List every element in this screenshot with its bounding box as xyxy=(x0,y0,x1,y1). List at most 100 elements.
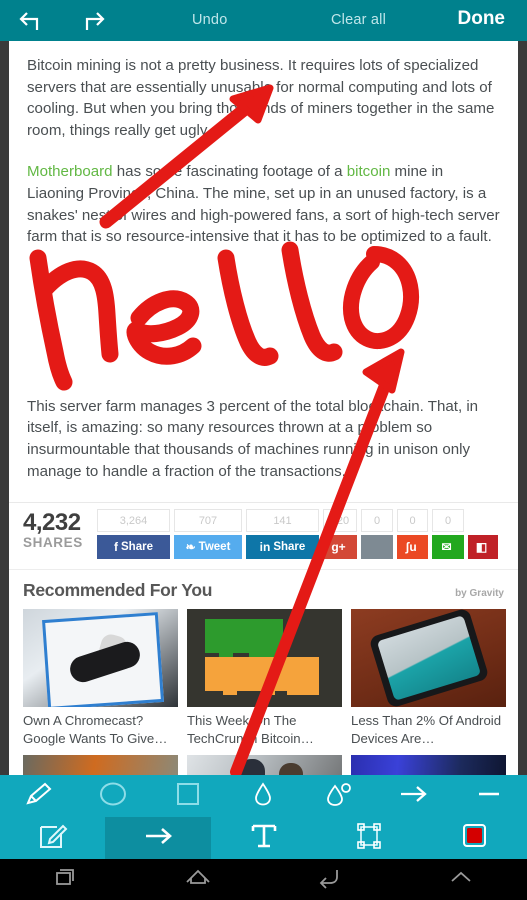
motherboard-link[interactable]: Motherboard xyxy=(27,163,113,180)
line-tool[interactable] xyxy=(452,775,527,817)
social-share-bar: 4,232 SHARES 3,264 707 141 120 0 0 0 f Share ❧ Tw… xyxy=(9,502,518,570)
two-men-photo xyxy=(187,755,342,775)
square-tool[interactable] xyxy=(151,775,226,817)
droplet-tool[interactable] xyxy=(226,775,301,817)
share-label: Tweet xyxy=(198,541,231,554)
arrow-tool[interactable] xyxy=(376,775,451,817)
draw-mode-button[interactable] xyxy=(0,817,105,859)
pencil-tool[interactable] xyxy=(0,775,75,817)
share-count: 120 xyxy=(323,509,357,533)
recents-button[interactable] xyxy=(0,859,132,900)
card-title[interactable]: This Week On The TechCrunch Bitcoin… xyxy=(187,712,342,747)
back-button[interactable] xyxy=(264,859,396,900)
flipboard-share-button[interactable]: ◧ xyxy=(468,535,498,560)
article-blank-space xyxy=(27,268,500,396)
twitter-tweet-button[interactable]: ❧ Tweet xyxy=(174,535,242,560)
text-t-icon xyxy=(248,821,280,856)
article-paragraph-1: Bitcoin mining is not a pretty business.… xyxy=(27,57,495,139)
arrow-right-icon xyxy=(397,781,431,812)
shape-toolbar xyxy=(0,775,527,817)
share-glyph: ʃu xyxy=(405,540,417,555)
home-button[interactable] xyxy=(132,859,264,900)
techcrunch-bitcoin-logo xyxy=(187,609,342,708)
facebook-share-button[interactable]: f Share xyxy=(97,535,170,560)
recommended-card[interactable] xyxy=(23,755,178,775)
edit-canvas[interactable]: Bitcoin mining is not a pretty business.… xyxy=(0,41,527,775)
double-droplet-icon xyxy=(322,781,356,812)
share-glyph: in xyxy=(259,540,271,555)
crop-mode-button[interactable] xyxy=(316,817,421,859)
recommended-card[interactable] xyxy=(351,755,506,775)
share-glyph: g+ xyxy=(331,540,346,555)
linkedin-share-button[interactable]: in Share xyxy=(246,535,319,560)
card-title[interactable]: Own A Chromecast? Google Wants To Give… xyxy=(23,712,178,747)
android-navigation-bar xyxy=(0,859,527,900)
recommended-attribution: by Gravity xyxy=(455,588,504,600)
recommended-grid-row2 xyxy=(23,755,506,775)
article-body: Bitcoin mining is not a pretty business.… xyxy=(9,41,518,482)
share-total-number: 4,232 xyxy=(23,509,81,537)
redo-button[interactable] xyxy=(62,9,124,33)
share-label: Share xyxy=(273,541,306,554)
text-mode-button[interactable] xyxy=(211,817,316,859)
droplet-icon xyxy=(248,781,278,812)
share-count: 141 xyxy=(246,509,319,533)
pocket-share-button[interactable] xyxy=(361,535,393,560)
share-total-label: SHARES xyxy=(23,535,83,551)
mode-toolbar xyxy=(0,817,527,859)
share-total: 4,232 SHARES xyxy=(23,509,97,551)
square-icon xyxy=(173,781,203,812)
share-count: 0 xyxy=(361,509,393,533)
article-paragraph-2: Motherboard has some fascinating footage… xyxy=(27,161,500,247)
pencil-square-icon xyxy=(37,821,69,856)
card-title[interactable]: Less Than 2% Of Android Devices Are… xyxy=(351,712,506,747)
red-color-swatch-icon xyxy=(458,821,490,856)
share-count: 707 xyxy=(174,509,242,533)
arrow-right-icon xyxy=(140,822,176,855)
arrow-mode-button[interactable] xyxy=(105,817,211,859)
stumbleupon-share-button[interactable]: ʃu xyxy=(397,535,428,560)
expand-button[interactable] xyxy=(395,859,527,900)
recommended-card[interactable] xyxy=(187,755,342,775)
share-count: 3,264 xyxy=(97,509,170,533)
screenshot-root: Undo Clear all Done Bitcoin mining is no… xyxy=(0,0,527,900)
undo-button[interactable] xyxy=(0,9,62,33)
android-phone-photo xyxy=(351,609,506,708)
recommended-title: Recommended For You xyxy=(23,580,213,601)
share-count: 0 xyxy=(432,509,464,533)
clear-all-button[interactable]: Clear all xyxy=(331,12,386,28)
color-swatch-button[interactable] xyxy=(422,817,527,859)
editor-top-bar: Undo Clear all Done xyxy=(0,0,527,41)
factory-photo xyxy=(23,755,178,775)
undo-label[interactable]: Undo xyxy=(192,12,227,28)
email-share-button[interactable]: ✉ xyxy=(432,535,464,560)
captured-webpage: Bitcoin mining is not a pretty business.… xyxy=(9,41,518,775)
share-glyph: ❧ xyxy=(185,540,196,555)
recommended-card[interactable]: This Week On The TechCrunch Bitcoin… xyxy=(187,609,342,747)
chevron-up-icon xyxy=(446,865,476,894)
bitcoin-link[interactable]: bitcoin xyxy=(347,163,391,180)
share-count-row: 3,264 707 141 120 0 0 0 xyxy=(97,509,504,533)
recommended-grid: Own A Chromecast? Google Wants To Give… … xyxy=(23,609,506,747)
article-paragraph-3: This server farm manages 3 percent of th… xyxy=(27,397,479,480)
home-icon xyxy=(183,865,213,894)
blue-circuit-photo xyxy=(351,755,506,775)
double-droplet-tool[interactable] xyxy=(301,775,376,817)
recommended-card[interactable]: Less Than 2% Of Android Devices Are… xyxy=(351,609,506,747)
recommended-card[interactable]: Own A Chromecast? Google Wants To Give… xyxy=(23,609,178,747)
minus-line-icon xyxy=(474,781,504,812)
back-arrow-icon xyxy=(315,865,343,894)
recents-squares-icon xyxy=(52,865,80,894)
undo-arrow-icon xyxy=(17,9,45,33)
crop-frame-icon xyxy=(353,821,385,856)
googleplus-share-button[interactable]: g+ xyxy=(323,535,357,560)
share-button-row: f Share ❧ Tweet in Share g+ ʃu ✉ ◧ xyxy=(97,535,504,560)
circle-tool[interactable] xyxy=(75,775,150,817)
share-glyph: ✉ xyxy=(441,540,452,555)
paragraph2-text-a: has some fascinating footage of a xyxy=(112,163,347,181)
share-glyph: f xyxy=(114,540,119,555)
share-label: Share xyxy=(121,541,153,554)
circle-icon xyxy=(98,781,128,812)
done-button[interactable]: Done xyxy=(458,8,506,30)
chromecast-photo xyxy=(23,609,178,708)
